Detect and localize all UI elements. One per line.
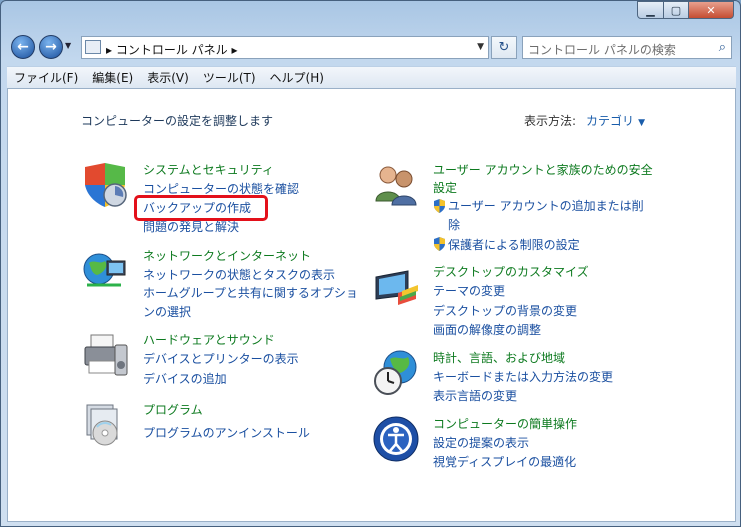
view-by-label: 表示方法:: [524, 114, 577, 128]
address-bar[interactable]: ▸ コントロール パネル ▸ ▼: [81, 36, 489, 59]
clock-globe-icon: [374, 350, 417, 395]
recent-pages-dropdown[interactable]: ▼: [65, 41, 71, 50]
minimize-button[interactable]: ▁: [637, 1, 664, 19]
uac-shield-icon: [434, 199, 445, 213]
category-link[interactable]: 画面の解像度の調整: [433, 321, 541, 338]
page-title: コンピューターの設定を調整します: [81, 114, 274, 128]
menu-file[interactable]: ファイル(F): [7, 69, 85, 86]
menu-bar: ファイル(F) 編集(E) 表示(V) ツール(T) ヘルプ(H): [7, 66, 736, 88]
printer-icon: [84, 334, 128, 376]
address-path[interactable]: ▸ コントロール パネル ▸: [106, 41, 238, 58]
category-link[interactable]: キーボードまたは入力方法の変更: [433, 368, 613, 385]
search-box[interactable]: コントロール パネルの検索 ⌕: [522, 36, 732, 59]
category-link-secured[interactable]: ユーザー アカウントの追加または削除: [433, 199, 653, 235]
highlight-annotation: [134, 195, 268, 221]
search-icon[interactable]: ⌕: [719, 40, 726, 55]
category-title[interactable]: デスクトップのカスタマイズ: [433, 263, 589, 280]
category-link[interactable]: デスクトップの背景の変更: [433, 302, 577, 319]
back-arrow-icon: ←: [17, 39, 29, 55]
close-button[interactable]: ✕: [688, 1, 734, 19]
category-link[interactable]: テーマの変更: [433, 282, 505, 299]
menu-help[interactable]: ヘルプ(H): [263, 69, 331, 86]
main-content: コンピューターの設定を調整します 表示方法: カテゴリ ▼ システムとセキュリティ …: [7, 88, 736, 522]
menu-edit[interactable]: 編集(E): [85, 69, 140, 86]
category-link[interactable]: デバイスとプリンターの表示: [143, 350, 299, 367]
title-bar: ▁ ▢ ✕: [1, 1, 740, 31]
category-link[interactable]: 表示言語の変更: [433, 387, 517, 404]
category-title[interactable]: ハードウェアとサウンド: [143, 331, 275, 348]
control-panel-window: ▁ ▢ ✕ ← → ▼ ▸ コントロール パネル ▸ ▼ ↻ コントロール パネ…: [0, 0, 741, 527]
shield-icon: [85, 163, 127, 207]
maximize-button[interactable]: ▢: [663, 1, 689, 19]
menu-view[interactable]: 表示(V): [140, 69, 196, 86]
ease-of-access-icon: [373, 416, 419, 462]
refresh-icon: ↻: [498, 40, 510, 55]
forward-button[interactable]: →: [39, 35, 63, 59]
category-link[interactable]: 設定の提案の表示: [433, 434, 529, 451]
category-link[interactable]: ホームグループと共有に関するオプションの選択: [143, 284, 368, 322]
category-title[interactable]: コンピューターの簡単操作: [433, 415, 577, 432]
forward-arrow-icon: →: [45, 39, 57, 55]
category-title[interactable]: システムとセキュリティ: [143, 161, 274, 178]
network-globe-icon: [83, 253, 126, 287]
category-link[interactable]: デバイスの追加: [143, 370, 227, 387]
category-title[interactable]: 時計、言語、および地域: [433, 349, 565, 366]
uac-shield-icon: [434, 237, 445, 251]
view-by: 表示方法: カテゴリ ▼: [524, 112, 645, 129]
back-button[interactable]: ←: [11, 35, 35, 59]
navigation-bar: ← → ▼ ▸ コントロール パネル ▸ ▼ ↻ コントロール パネルの検索 ⌕: [1, 33, 740, 63]
address-dropdown-icon[interactable]: ▼: [477, 42, 484, 52]
category-link-secured[interactable]: 保護者による制限の設定: [433, 236, 580, 253]
category-link[interactable]: 視覚ディスプレイの最適化: [433, 453, 576, 470]
category-title[interactable]: プログラム: [143, 401, 203, 418]
search-input[interactable]: コントロール パネルの検索: [528, 41, 676, 58]
chevron-down-icon[interactable]: ▼: [638, 118, 645, 128]
control-panel-icon: [85, 40, 101, 54]
category-link-text[interactable]: 保護者による制限の設定: [448, 238, 580, 252]
category-link-text[interactable]: ユーザー アカウントの追加または削除: [448, 197, 653, 235]
category-title[interactable]: ネットワークとインターネット: [143, 247, 311, 264]
programs-icon: [86, 404, 118, 446]
category-link[interactable]: プログラムのアンインストール: [143, 424, 310, 441]
category-title[interactable]: ユーザー アカウントと家族のための安全設定: [433, 161, 658, 197]
menu-tools[interactable]: ツール(T): [196, 69, 263, 86]
desktop-icon: [375, 270, 418, 305]
view-by-dropdown[interactable]: カテゴリ: [586, 114, 634, 128]
refresh-button[interactable]: ↻: [491, 36, 517, 59]
users-icon: [375, 166, 417, 206]
category-link[interactable]: ネットワークの状態とタスクの表示: [143, 266, 335, 283]
